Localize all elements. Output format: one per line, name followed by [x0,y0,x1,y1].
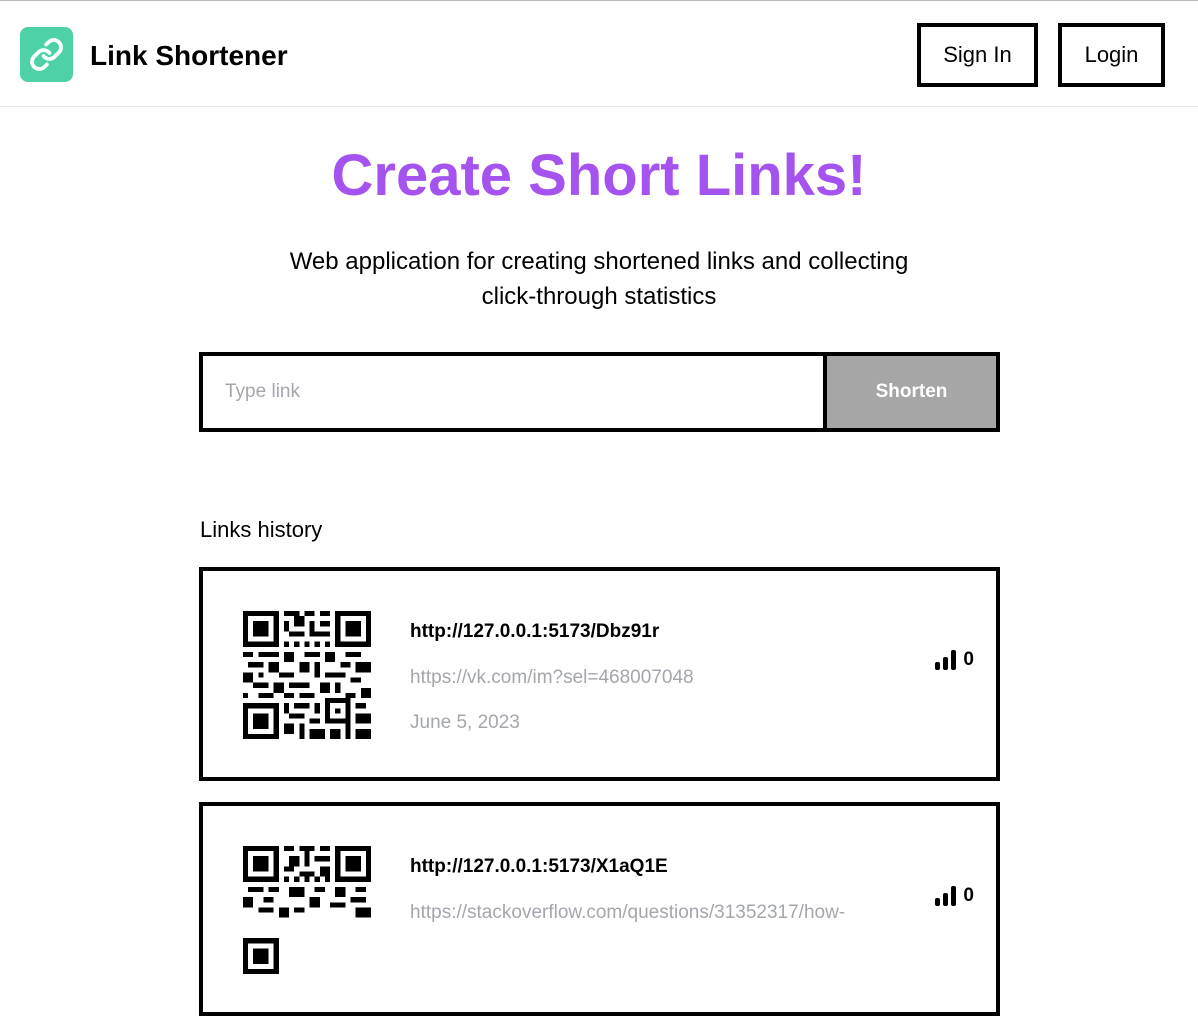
page-subtitle: Web application for creating shortened l… [249,244,949,314]
shorten-form: Shorten [199,352,1000,432]
original-url: https://stackoverflow.com/questions/3135… [410,902,846,923]
login-button[interactable]: Login [1058,23,1165,87]
click-stats[interactable]: 0 [935,886,974,906]
bar-chart-icon [935,886,957,906]
subtitle-line-2: click-through statistics [481,283,717,310]
short-url-link[interactable]: http://127.0.0.1:5173/Dbz91r [410,621,659,643]
click-stats[interactable]: 0 [935,650,974,670]
app-logo[interactable] [20,27,73,82]
created-date: June 5, 2023 [410,712,520,733]
bar-chart-icon [935,650,957,670]
qr-code-icon [243,846,371,974]
link-input[interactable] [203,356,827,428]
short-url-link[interactable]: http://127.0.0.1:5173/X1aQ1E [410,856,668,878]
app-header: Link Shortener Sign In Login [0,1,1198,107]
shorten-button[interactable]: Shorten [827,356,996,428]
link-icon [30,38,63,71]
original-url: https://vk.com/im?sel=468007048 [410,667,694,688]
click-count: 0 [963,885,974,906]
link-history-card[interactable]: http://127.0.0.1:5173/X1aQ1E https://sta… [199,802,1000,1016]
sign-in-button[interactable]: Sign In [917,23,1038,87]
subtitle-line-1: Web application for creating shortened l… [289,248,909,275]
qr-code-icon [243,611,371,739]
link-history-card[interactable]: http://127.0.0.1:5173/Dbz91r https://vk.… [199,567,1000,781]
links-history-heading: Links history [200,517,323,542]
page-title: Create Short Links! [331,143,867,208]
click-count: 0 [963,649,974,670]
brand-name[interactable]: Link Shortener [90,39,288,73]
